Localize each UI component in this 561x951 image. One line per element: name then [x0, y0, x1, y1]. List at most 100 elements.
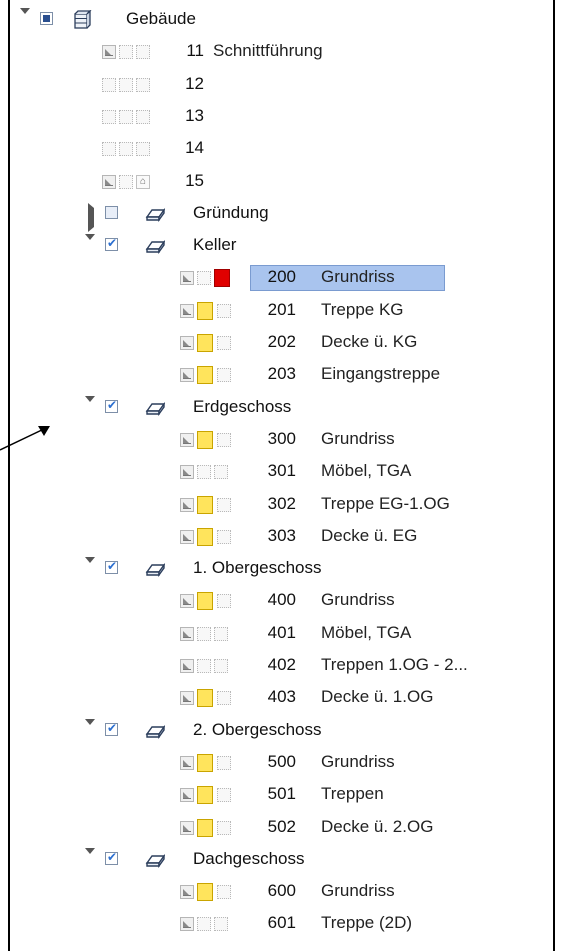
drawing-type-icon[interactable]	[180, 529, 194, 544]
empty-status-icon[interactable]	[119, 77, 133, 92]
empty-status-icon[interactable]	[197, 465, 211, 480]
visible-layer-icon[interactable]	[197, 592, 213, 611]
floor-row[interactable]: Dachgeschoss	[20, 845, 553, 875]
tree-item-row[interactable]: 403 Decke ü. 1.OG	[20, 683, 553, 713]
empty-status-icon[interactable]	[119, 174, 133, 189]
expand-toggle-icon[interactable]	[85, 395, 97, 421]
tree-item-row[interactable]: 301 Möbel, TGA	[20, 457, 553, 487]
empty-status-icon[interactable]	[119, 142, 133, 157]
tree-item-row[interactable]: 11 Schnittführung	[20, 37, 553, 67]
drawing-type-icon[interactable]	[180, 691, 194, 706]
drawing-type-icon[interactable]	[180, 820, 194, 835]
drawing-type-icon[interactable]	[180, 368, 194, 383]
tree-item-row[interactable]: 402 Treppen 1.OG - 2...	[20, 651, 553, 681]
drawing-type-icon[interactable]	[102, 174, 116, 189]
drawing-type-icon[interactable]	[180, 271, 194, 286]
empty-status-icon[interactable]	[217, 885, 231, 900]
tree-item-row[interactable]: 203 Eingangstreppe	[20, 360, 553, 390]
empty-status-icon[interactable]	[119, 109, 133, 124]
tree-item-row[interactable]: ⌂ 15	[20, 167, 553, 197]
empty-status-icon[interactable]	[119, 45, 133, 60]
tree-item-row[interactable]: 202 Decke ü. KG	[20, 328, 553, 358]
floor-row[interactable]: 1. Obergeschoss	[20, 554, 553, 584]
expand-toggle-icon[interactable]	[85, 718, 97, 744]
floor-row[interactable]: Gründung	[20, 199, 553, 232]
empty-status-icon[interactable]	[136, 45, 150, 60]
visible-layer-icon[interactable]	[197, 334, 213, 352]
floor-checkbox[interactable]	[105, 236, 118, 252]
empty-status-icon[interactable]	[217, 594, 231, 609]
empty-status-icon[interactable]	[102, 142, 116, 157]
drawing-type-icon[interactable]	[180, 755, 194, 770]
floor-row[interactable]: Keller	[20, 231, 553, 261]
empty-status-icon[interactable]	[217, 497, 231, 512]
drawing-type-icon[interactable]	[180, 336, 194, 350]
visible-layer-icon[interactable]	[197, 883, 213, 902]
empty-status-icon[interactable]	[136, 109, 150, 124]
tree-item-row[interactable]: 400 Grundriss	[20, 586, 553, 616]
empty-status-icon[interactable]	[217, 303, 231, 318]
drawing-type-icon[interactable]	[180, 917, 194, 932]
drawing-type-icon[interactable]	[102, 45, 116, 60]
tree-item-row[interactable]: 601 Treppe (2D)	[20, 909, 553, 939]
empty-status-icon[interactable]	[214, 659, 228, 673]
empty-status-icon[interactable]	[214, 917, 228, 932]
floor-checkbox[interactable]	[105, 398, 118, 413]
expand-toggle-icon[interactable]	[85, 202, 97, 232]
empty-status-icon[interactable]	[217, 368, 231, 383]
visible-layer-icon[interactable]	[197, 495, 213, 514]
expand-toggle-icon[interactable]	[85, 234, 97, 260]
drawing-type-icon[interactable]	[180, 885, 194, 900]
tree-item-row[interactable]: 300 Grundriss	[20, 425, 553, 455]
tree-item-row[interactable]: 600 Grundriss	[20, 877, 553, 907]
empty-status-icon[interactable]	[217, 691, 231, 706]
empty-status-icon[interactable]	[197, 626, 211, 641]
tree-item-row[interactable]: 303 Decke ü. EG	[20, 522, 553, 552]
empty-status-icon[interactable]	[217, 755, 231, 770]
empty-status-icon[interactable]	[197, 917, 211, 932]
expand-toggle-icon[interactable]	[20, 8, 32, 33]
tree-item-row[interactable]: 12	[20, 70, 553, 100]
empty-status-icon[interactable]	[197, 659, 211, 673]
drawing-type-icon[interactable]	[180, 465, 194, 480]
drawing-type-icon[interactable]	[180, 303, 194, 318]
tree-root-row[interactable]: Gebäude	[20, 5, 553, 35]
drawing-type-icon[interactable]	[180, 432, 194, 447]
tri-state-checkbox[interactable]	[40, 12, 53, 25]
floor-checkbox[interactable]	[105, 205, 118, 219]
tree-item-row[interactable]: 501 Treppen	[20, 780, 553, 810]
empty-status-icon[interactable]	[217, 788, 231, 803]
active-layer-icon[interactable]	[214, 269, 230, 288]
drawing-type-icon[interactable]	[180, 497, 194, 512]
expand-toggle-icon[interactable]	[85, 557, 97, 583]
floor-row[interactable]: Erdgeschoss	[20, 393, 553, 423]
floor-row[interactable]: 2. Obergeschoss	[20, 716, 553, 746]
drawing-type-icon[interactable]	[180, 594, 194, 609]
tree-item-row[interactable]: 502 Decke ü. 2.OG	[20, 813, 553, 843]
empty-status-icon[interactable]	[214, 465, 228, 480]
tree-item-row[interactable]: 500 Grundriss	[20, 748, 553, 778]
expand-toggle-icon[interactable]	[85, 847, 97, 873]
floor-checkbox[interactable]	[105, 721, 118, 736]
visible-layer-icon[interactable]	[197, 818, 213, 837]
tree-item-row[interactable]: 13	[20, 102, 553, 132]
empty-status-icon[interactable]	[102, 77, 116, 92]
visible-layer-icon[interactable]	[197, 753, 213, 772]
tree-item-row[interactable]: 200 Grundriss	[20, 263, 553, 293]
empty-status-icon[interactable]	[197, 271, 211, 286]
drawing-type-icon[interactable]	[180, 788, 194, 803]
empty-status-icon[interactable]	[217, 820, 231, 835]
visible-layer-icon[interactable]	[197, 689, 213, 708]
visible-layer-icon[interactable]	[197, 301, 213, 320]
visible-layer-icon[interactable]	[197, 430, 213, 449]
tree-item-row[interactable]: 201 Treppe KG	[20, 296, 553, 326]
empty-status-icon[interactable]	[214, 626, 228, 641]
tree-item-row[interactable]: 14	[20, 134, 553, 164]
visible-layer-icon[interactable]	[197, 366, 213, 385]
empty-status-icon[interactable]	[217, 336, 231, 350]
tree-item-row[interactable]: 401 Möbel, TGA	[20, 619, 553, 649]
floor-checkbox[interactable]	[105, 559, 118, 575]
home-icon[interactable]: ⌂	[136, 174, 150, 189]
empty-status-icon[interactable]	[217, 432, 231, 447]
tree-item-row[interactable]: 302 Treppe EG-1.OG	[20, 490, 553, 520]
